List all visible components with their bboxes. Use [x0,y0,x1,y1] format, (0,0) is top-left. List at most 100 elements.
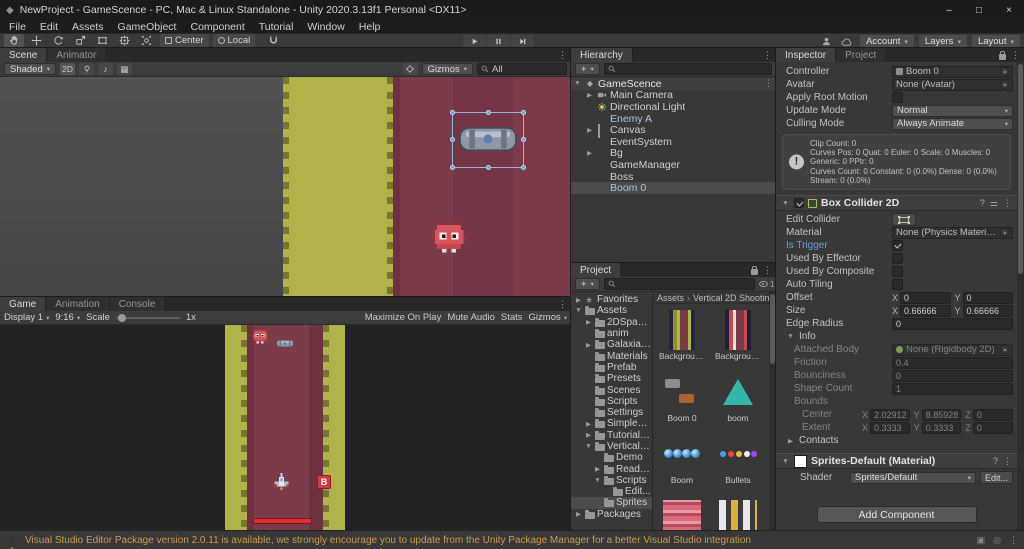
help-icon[interactable]: ? [980,198,985,208]
expand-arrow[interactable] [573,80,582,87]
game-viewport[interactable]: B [0,325,571,530]
selection-handle[interactable] [486,165,491,170]
box-collider-header[interactable]: Box Collider 2D ? ⚌ ⋮ [776,195,1017,212]
transform-tool-button[interactable] [114,34,134,47]
hierarchy-item-enemy-a[interactable]: Enemy A [571,113,776,125]
expand-arrow[interactable] [574,307,583,314]
scene-search-field[interactable] [477,63,567,75]
tab-animator[interactable]: Animator [47,48,107,62]
hierarchy-item-gamemanager[interactable]: GameManager [571,159,776,171]
hierarchy-item-directional-light[interactable]: Directional Light [571,101,776,113]
expand-arrow[interactable] [786,333,795,340]
controller-object-field[interactable]: Boom 0 [892,65,1013,78]
hierarchy-item-main-camera[interactable]: Main Camera [571,89,776,101]
folder-item[interactable]: Scripts [571,475,652,486]
lighting-toggle-button[interactable] [79,63,95,75]
hierarchy-item-bg[interactable]: Bg [571,147,776,159]
account-dropdown[interactable]: Account [860,35,914,48]
tab-game[interactable]: Game [0,297,47,311]
object-picker-icon[interactable] [1000,228,1009,238]
is-trigger-checkbox[interactable] [892,240,903,252]
material-section-header[interactable]: Sprites-Default (Material) ? ⋮ [776,453,1017,470]
project-search-input[interactable] [618,278,751,290]
expand-arrow[interactable] [584,341,593,349]
tab-project-docked[interactable]: Project [836,48,887,62]
expand-arrow[interactable] [574,510,583,518]
hierarchy-search-field[interactable] [603,63,772,75]
expand-arrow[interactable] [585,126,594,134]
folder-item[interactable]: anim [571,328,652,339]
scale-tool-button[interactable] [70,34,90,47]
breadcrumb-current[interactable]: Vertical 2D Shooting B... [693,293,776,303]
component-menu-icon[interactable]: ⋮ [1003,198,1012,209]
menu-assets[interactable]: Assets [65,20,111,33]
folder-item[interactable]: 2DSpacesh... [571,317,652,328]
game-panel-menu-icon[interactable]: ⋮ [558,299,567,310]
size-y-field[interactable]: 0.66666 [962,304,1013,317]
tab-inspector[interactable]: Inspector [776,48,837,62]
folder-item[interactable]: Demo [571,452,652,463]
offset-x-field[interactable]: 0 [900,291,951,304]
display-dropdown[interactable]: Display 1 [4,312,49,323]
folder-item[interactable]: Materials [571,350,652,362]
create-asset-button[interactable]: + [575,278,600,290]
expand-arrow[interactable] [593,477,602,484]
selection-handle[interactable] [521,137,526,142]
object-picker-icon[interactable] [1000,67,1009,76]
orientation-local-button[interactable]: Local [212,34,256,47]
selection-handle[interactable] [450,110,455,115]
gizmos-dropdown[interactable]: Gizmos [421,63,473,75]
scene-root-row[interactable]: ◆ GameScence ⋮ [571,78,776,90]
expand-arrow[interactable] [584,431,593,439]
console-status-icon[interactable]: ▣ [977,535,986,546]
project-scrollbar[interactable] [769,292,776,530]
material-object-field[interactable]: None (Physics Material 2D) [892,226,1013,239]
minimize-button[interactable]: – [934,0,964,20]
menu-component[interactable]: Component [183,20,251,33]
selection-handle[interactable] [521,110,526,115]
pivot-center-button[interactable]: Center [160,34,209,47]
scene-viewport[interactable] [0,77,571,297]
lock-icon[interactable] [751,265,758,275]
game-gizmos-dropdown[interactable]: Gizmos [529,312,567,323]
tab-project[interactable]: Project [571,263,622,277]
shading-mode-dropdown[interactable]: Shaded [4,63,57,75]
add-component-button[interactable]: Add Component [816,506,977,524]
layout-dropdown[interactable]: Layout [971,35,1020,48]
scale-slider[interactable] [115,313,180,322]
stats-button[interactable]: Stats [501,312,523,323]
rotate-tool-button[interactable] [48,34,68,47]
folder-item-sprites[interactable]: Sprites [571,497,652,509]
collab-icon[interactable] [818,35,834,48]
tool-settings-icon[interactable] [402,63,418,75]
scene-search-input[interactable] [492,63,563,75]
folder-item[interactable]: Galaxia Spr... [571,339,652,350]
edge-radius-field[interactable]: 0 [892,317,1013,330]
cloud-icon[interactable] [839,35,855,48]
shader-edit-button[interactable]: Edit... [979,471,1013,485]
hierarchy-item-boom-0[interactable]: Boom 0 [571,182,776,194]
maximize-button[interactable]: □ [964,0,994,20]
help-icon[interactable]: ? [993,456,998,466]
used-by-composite-checkbox[interactable] [892,266,903,278]
contacts-foldout-row[interactable]: Contacts [776,434,1017,447]
scrollbar-thumb[interactable] [1018,64,1023,274]
scene-options-icon[interactable]: ⋮ [764,78,776,89]
asset-item[interactable]: Boom [659,434,705,485]
selection-handle[interactable] [521,165,526,170]
folder-item[interactable]: Prefab [571,362,652,373]
apply-root-motion-checkbox[interactable] [892,92,903,103]
hierarchy-search-input[interactable] [618,63,768,75]
menu-file[interactable]: File [2,20,33,33]
expand-arrow[interactable] [593,465,602,473]
menu-edit[interactable]: Edit [33,20,65,33]
hierarchy-menu-icon[interactable]: ⋮ [763,50,772,61]
rect-tool-button[interactable] [92,34,112,47]
inspector-menu-icon[interactable]: ⋮ [1011,50,1020,61]
shader-dropdown[interactable]: Sprites/Default [850,471,976,484]
folder-item[interactable]: Settings [571,407,652,418]
scene-panel-menu-icon[interactable]: ⋮ [558,50,567,61]
component-enabled-checkbox[interactable] [794,198,804,209]
hierarchy-item-canvas[interactable]: Canvas [571,124,776,139]
hidden-packages-button[interactable]: 16 [758,279,776,289]
